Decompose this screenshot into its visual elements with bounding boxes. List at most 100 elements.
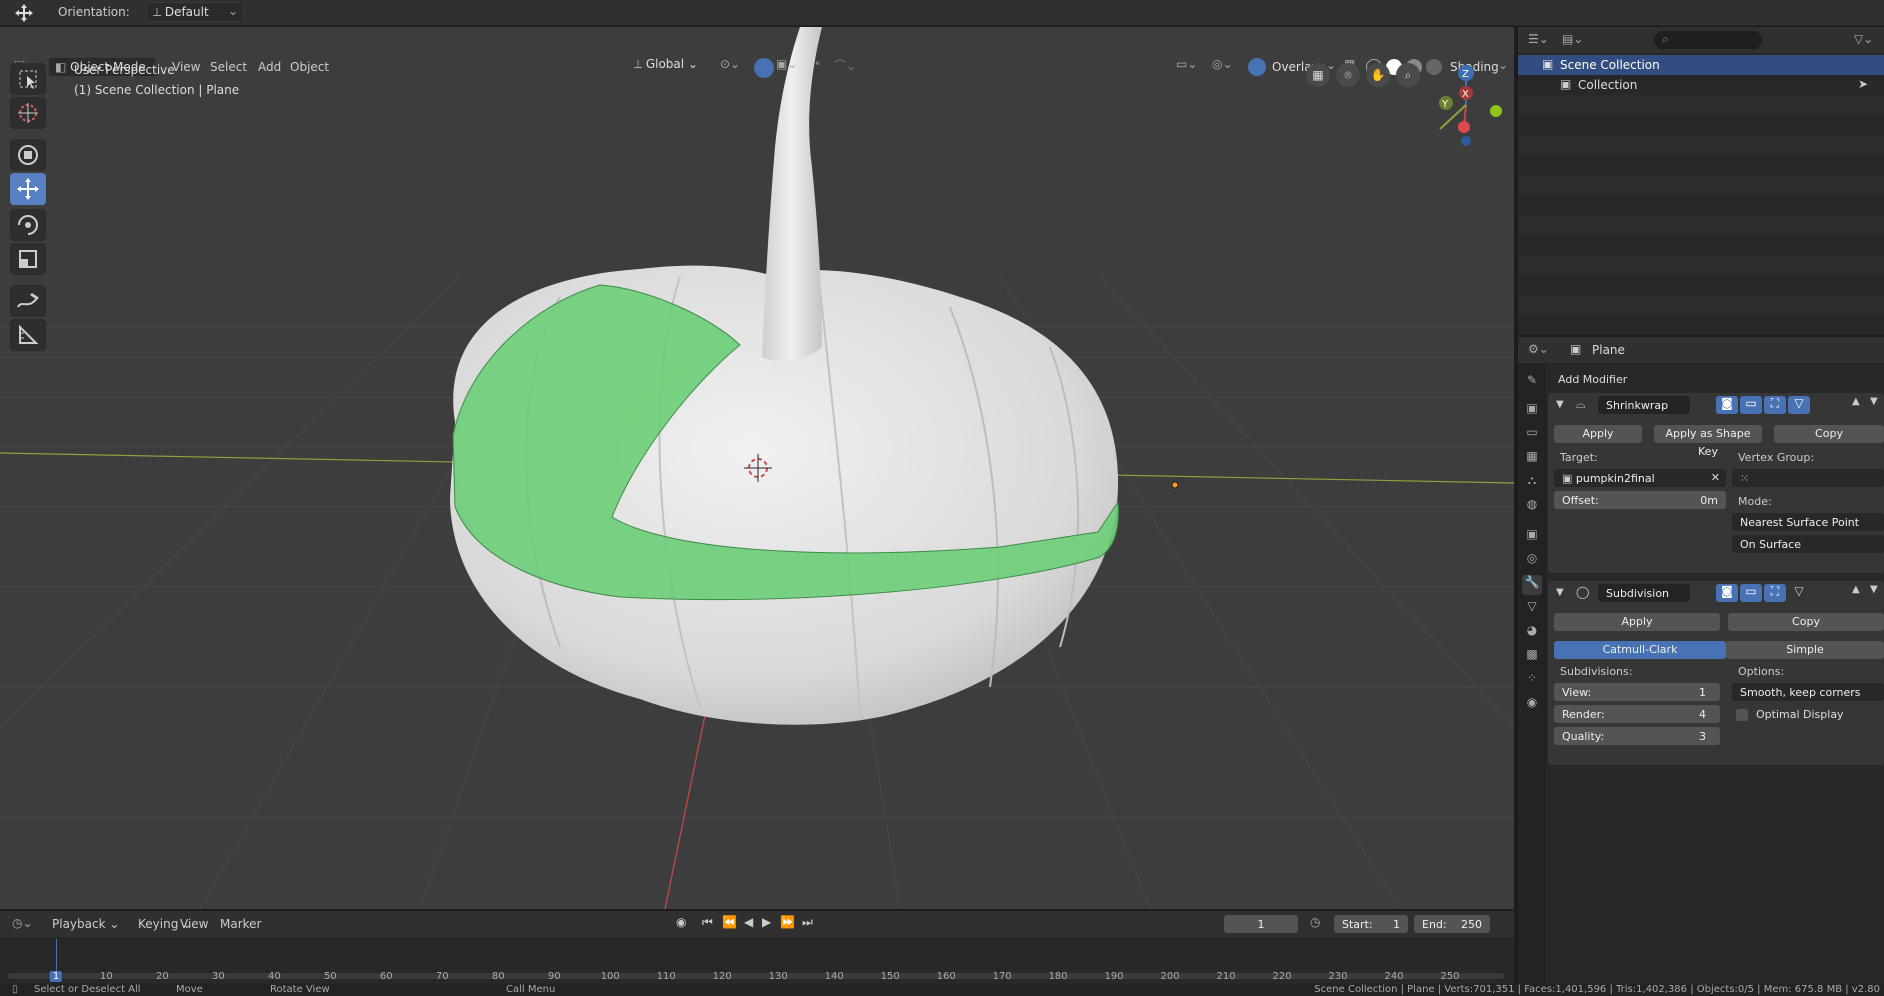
move-tool[interactable] bbox=[10, 173, 46, 205]
particles-tab-icon[interactable]: ⁘ bbox=[1522, 671, 1542, 691]
move-down-icon[interactable]: ▼ bbox=[1870, 396, 1878, 407]
prev-keyframe-icon[interactable]: ⏪ bbox=[722, 915, 737, 929]
playhead[interactable] bbox=[56, 939, 57, 973]
menu-view[interactable]: View bbox=[174, 914, 214, 934]
menu-object[interactable]: Object bbox=[284, 57, 335, 77]
rotate-tool[interactable] bbox=[10, 209, 46, 241]
wrap-method-dropdown[interactable]: Nearest Surface Point bbox=[1732, 513, 1884, 531]
navigation-gizmo[interactable]: Z X Y bbox=[1420, 57, 1510, 147]
display-mode-icon[interactable]: ▤⌄ bbox=[1562, 32, 1583, 46]
jump-end-icon[interactable]: ⏭ bbox=[802, 915, 813, 930]
render-toggle-icon[interactable]: ⛶ bbox=[1764, 396, 1786, 414]
add-modifier-dropdown[interactable]: Add Modifier bbox=[1558, 373, 1627, 386]
x-axis-pos-icon[interactable] bbox=[1458, 121, 1470, 133]
selectable-icon[interactable]: ➤ bbox=[1858, 77, 1868, 91]
tool-tab-icon[interactable]: ✎ bbox=[1522, 373, 1542, 393]
render-levels-field[interactable]: Render: 4 bbox=[1554, 705, 1720, 723]
apply-button[interactable]: Apply bbox=[1554, 425, 1642, 443]
vertex-group-field[interactable]: ⁙ bbox=[1732, 469, 1884, 487]
snap-target-icon[interactable]: ▣⌄ bbox=[776, 57, 804, 77]
copy-button[interactable]: Copy bbox=[1728, 613, 1884, 631]
modifier-name-field[interactable]: Subdivision bbox=[1598, 584, 1690, 602]
collapse-triangle-icon[interactable]: ▼ bbox=[1556, 399, 1564, 410]
record-icon[interactable]: ◉ bbox=[676, 915, 686, 929]
quality-options-dropdown[interactable]: Smooth, keep corners bbox=[1732, 683, 1884, 701]
target-object-field[interactable]: ▣ pumpkin2final ✕ bbox=[1554, 469, 1726, 487]
menu-add[interactable]: Add bbox=[252, 57, 287, 77]
move-up-icon[interactable]: ▲ bbox=[1852, 396, 1860, 407]
menu-select[interactable]: Select bbox=[204, 57, 253, 77]
outliner-item-collection[interactable]: ▣ Collection ➤ bbox=[1518, 75, 1884, 95]
next-keyframe-icon[interactable]: ⏩ bbox=[780, 915, 795, 929]
transform-orientation-dropdown[interactable]: ⟂ Global ⌄ bbox=[634, 57, 710, 77]
y-axis-pos-icon[interactable] bbox=[1490, 105, 1502, 117]
measure-tool[interactable] bbox=[10, 319, 46, 351]
apply-button[interactable]: Apply bbox=[1554, 613, 1720, 631]
view-levels-field[interactable]: View: 1 bbox=[1554, 683, 1720, 701]
menu-marker[interactable]: Marker bbox=[214, 914, 267, 934]
snap-mode-dropdown[interactable]: On Surface bbox=[1732, 535, 1884, 553]
end-frame-field[interactable]: End: 250 bbox=[1414, 915, 1490, 933]
timeline-ruler[interactable]: 1 10 20 30 40 50 60 70 80 90 100 110 120 130 140 150 160… bbox=[0, 939, 1514, 983]
modifier-wrench-icon[interactable]: 🔧 bbox=[1522, 575, 1542, 595]
preview-range-icon[interactable]: ◷ bbox=[1310, 915, 1320, 929]
cursor-tool[interactable] bbox=[10, 97, 46, 129]
render-toggle-icon[interactable]: ⛶ bbox=[1764, 584, 1786, 602]
menu-playback[interactable]: Playback ⌄ bbox=[46, 914, 125, 934]
proportional-edit-icon[interactable]: • bbox=[814, 57, 830, 77]
current-frame-field[interactable]: 1 bbox=[1224, 915, 1298, 933]
data-tab-icon[interactable]: ▽ bbox=[1522, 599, 1542, 619]
optimal-display-checkbox[interactable]: Optimal Display bbox=[1736, 707, 1876, 723]
hand-pan-icon[interactable]: ✋ bbox=[1366, 63, 1390, 87]
edit-mode-toggle-icon[interactable]: ◙ bbox=[1716, 396, 1738, 414]
move-tool-icon[interactable] bbox=[14, 3, 34, 23]
copy-button[interactable]: Copy bbox=[1774, 425, 1884, 443]
camera-icon[interactable]: ⌾ bbox=[1336, 63, 1360, 87]
quality-field[interactable]: Quality: 3 bbox=[1554, 727, 1720, 745]
snap-toggle-icon[interactable] bbox=[754, 58, 774, 78]
zoom-icon[interactable]: ⌕ bbox=[1396, 63, 1420, 87]
falloff-icon[interactable]: ⌒⌄ bbox=[834, 57, 864, 77]
properties-editor-icon[interactable]: ⚙⌄ bbox=[1528, 342, 1549, 356]
collapse-triangle-icon[interactable]: ▼ bbox=[1556, 587, 1564, 598]
start-frame-field[interactable]: Start: 1 bbox=[1334, 915, 1408, 933]
outliner-editor-icon[interactable]: ☰⌄ bbox=[1528, 32, 1549, 46]
annotate-tool[interactable] bbox=[10, 285, 46, 317]
output-tab-icon[interactable]: ▭ bbox=[1522, 425, 1542, 445]
physics-tab-icon[interactable]: ◉ bbox=[1522, 695, 1542, 715]
realtime-toggle-icon[interactable]: ▭ bbox=[1740, 584, 1762, 602]
realtime-toggle-icon[interactable]: ▭ bbox=[1740, 396, 1762, 414]
filter-icon[interactable]: ▽⌄ bbox=[1854, 32, 1873, 46]
play-icon[interactable]: ▶ bbox=[762, 915, 771, 929]
move-up-icon[interactable]: ▲ bbox=[1852, 584, 1860, 595]
view-layer-tab-icon[interactable]: ▦ bbox=[1522, 449, 1542, 469]
select-box-tool[interactable] bbox=[10, 63, 46, 95]
pivot-point-icon[interactable]: ⊙⌄ bbox=[720, 57, 750, 77]
grid-view-icon[interactable]: ▦ bbox=[1306, 63, 1330, 87]
jump-start-icon[interactable]: ⏮ bbox=[702, 915, 713, 930]
cage-toggle-icon[interactable]: ▽ bbox=[1788, 396, 1810, 414]
offset-field[interactable]: Offset: 0m bbox=[1554, 491, 1726, 509]
overlays-toggle-icon[interactable] bbox=[1248, 58, 1266, 76]
object-tab-icon[interactable]: ▣ bbox=[1522, 527, 1542, 547]
texture-tab-icon[interactable]: ▩ bbox=[1522, 647, 1542, 667]
edit-mode-toggle-icon[interactable]: ◙ bbox=[1716, 584, 1738, 602]
play-reverse-icon[interactable]: ◀ bbox=[744, 915, 753, 929]
render-tab-icon[interactable]: ▣ bbox=[1522, 401, 1542, 421]
3d-viewport[interactable]: ⬚⌄ ◧ Object Mode View Select Add Object … bbox=[0, 27, 1514, 909]
apply-as-shape-key-button[interactable]: Apply as Shape Key bbox=[1654, 425, 1762, 458]
move-down-icon[interactable]: ▼ bbox=[1870, 584, 1878, 595]
modifier-name-field[interactable]: Shrinkwrap bbox=[1598, 396, 1690, 414]
constraints-tab-icon[interactable]: ◎ bbox=[1522, 551, 1542, 571]
scene-tab-icon[interactable]: ⛬ bbox=[1522, 473, 1542, 493]
outliner-item-scene-collection[interactable]: ▣ Scene Collection bbox=[1518, 55, 1884, 75]
catmull-clark-option[interactable]: Catmull-Clark bbox=[1554, 641, 1726, 659]
material-tab-icon[interactable]: ◕ bbox=[1522, 623, 1542, 643]
cage-toggle-icon[interactable]: ▽ bbox=[1788, 584, 1810, 602]
viewport-scene[interactable] bbox=[0, 27, 1514, 909]
timeline-editor-icon[interactable]: ◷⌄ bbox=[12, 916, 33, 930]
gizmo-icon[interactable]: ◎⌄ bbox=[1212, 57, 1240, 77]
clear-target-icon[interactable]: ✕ bbox=[1711, 471, 1720, 484]
world-tab-icon[interactable]: ◍ bbox=[1522, 497, 1542, 517]
transform-tool[interactable] bbox=[10, 139, 46, 171]
